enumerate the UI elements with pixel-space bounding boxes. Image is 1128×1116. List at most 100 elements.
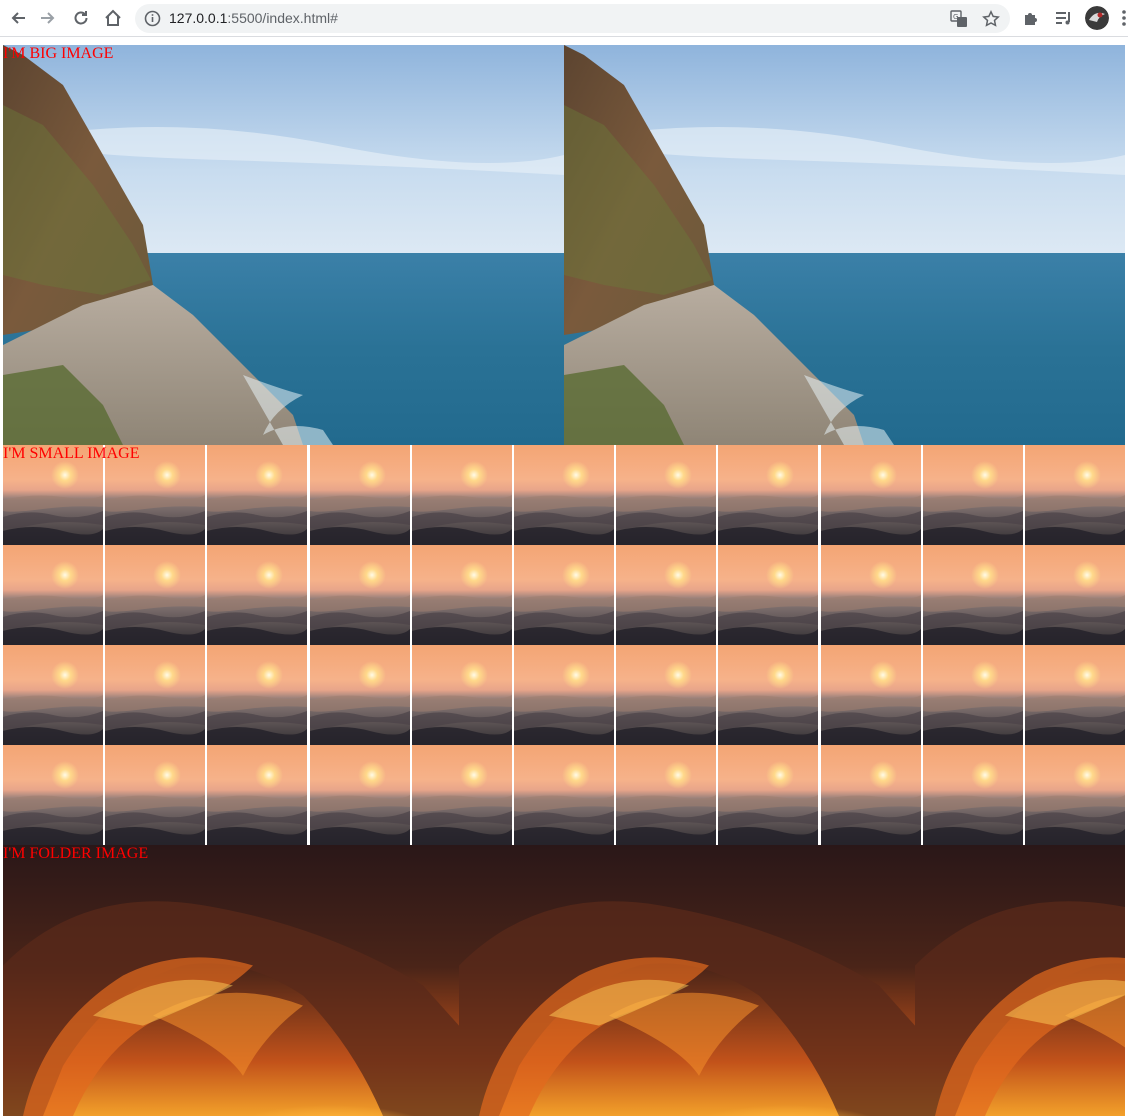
sunset-image: [3, 545, 103, 645]
small-image-tile: [411, 645, 512, 745]
small-image-tile: [514, 745, 614, 845]
sunset-image: [616, 645, 717, 745]
sunset-image: [411, 745, 512, 845]
sunset-image: [922, 445, 1023, 545]
translate-icon[interactable]: G: [950, 10, 968, 28]
folder-image-tile: [915, 845, 1125, 1116]
sunset-image: [411, 445, 512, 545]
small-image-tile: [411, 545, 512, 645]
small-image-tile: [309, 545, 410, 645]
folder-image-tile: [3, 845, 459, 1116]
small-image-tile: [718, 645, 819, 745]
sunset-image: [207, 645, 308, 745]
small-image-tile: [3, 545, 103, 645]
small-image-tile: [105, 745, 206, 845]
small-image-tile: [514, 545, 614, 645]
small-image-tile: [616, 445, 717, 545]
sunset-image: [820, 645, 921, 745]
sunset-image: [411, 645, 512, 745]
small-image-tile: [309, 745, 410, 845]
small-image-tile: [309, 645, 410, 745]
back-button[interactable]: [6, 6, 30, 30]
small-image-tile: [411, 745, 512, 845]
info-icon[interactable]: [144, 10, 161, 27]
small-image-tile: [1025, 745, 1125, 845]
sunset-image: [616, 445, 717, 545]
small-image-tile: [207, 645, 308, 745]
small-image-tile: [718, 545, 819, 645]
sunset-image: [718, 445, 819, 545]
small-image-tile: [820, 445, 921, 545]
fire-wave-image: [459, 845, 915, 1116]
sunset-image: [309, 745, 410, 845]
sunset-image: [1025, 445, 1125, 545]
small-image-tile: [922, 445, 1023, 545]
small-image-tile: [820, 745, 921, 845]
big-image-label: I'M BIG IMAGE: [3, 45, 114, 62]
sunset-image: [616, 745, 717, 845]
sunset-image: [3, 745, 103, 845]
small-image-section: I'M SMALL IMAGE: [3, 445, 1125, 845]
sunset-image: [922, 545, 1023, 645]
address-bar[interactable]: 127.0.0.1:5500/index.html# G: [135, 4, 1010, 33]
folder-image-label: I'M FOLDER IMAGE: [3, 845, 149, 862]
url-text[interactable]: 127.0.0.1:5500/index.html#: [169, 10, 338, 27]
small-image-tile: [922, 545, 1023, 645]
sunset-image: [820, 445, 921, 545]
small-image-tile: [514, 645, 614, 745]
small-image-tile: [514, 445, 614, 545]
kebab-icon[interactable]: [1120, 8, 1128, 28]
small-image-tile: [411, 445, 512, 545]
small-image-tile: [105, 645, 206, 745]
sunset-image: [922, 745, 1023, 845]
sunset-image: [105, 745, 206, 845]
home-button[interactable]: [101, 6, 125, 30]
sunset-image: [1025, 745, 1125, 845]
forward-button[interactable]: [36, 6, 60, 30]
reload-button[interactable]: [69, 6, 93, 30]
fire-wave-image: [915, 845, 1125, 1116]
sunset-image: [514, 445, 614, 545]
sunset-image: [514, 745, 614, 845]
small-image-tile: [3, 745, 103, 845]
puzzle-icon[interactable]: [1022, 8, 1042, 28]
sunset-image: [309, 445, 410, 545]
cliff-image: [564, 45, 1125, 445]
sunset-image: [105, 545, 206, 645]
small-image-label: I'M SMALL IMAGE: [3, 445, 140, 462]
reload-icon: [74, 11, 88, 25]
url-host: 127.0.0.1: [169, 10, 228, 26]
sunset-image: [309, 545, 410, 645]
sunset-image: [207, 445, 308, 545]
small-image-tile: [207, 745, 308, 845]
small-image-tile: [616, 545, 717, 645]
small-image-tile: [3, 645, 103, 745]
fire-wave-image: [3, 845, 459, 1116]
small-image-tile: [820, 545, 921, 645]
small-image-tile: [1025, 545, 1125, 645]
media-queue-icon[interactable]: [1054, 8, 1074, 28]
small-image-tile: [820, 645, 921, 745]
arrow-left-icon: [11, 12, 25, 24]
sunset-image: [514, 545, 614, 645]
url-path: :5500/index.html#: [227, 10, 338, 26]
small-image-tile: [207, 445, 308, 545]
small-image-tile: [105, 545, 206, 645]
browser-toolbar: 127.0.0.1:5500/index.html# G: [0, 0, 1128, 37]
sunset-image: [1025, 645, 1125, 745]
small-image-tile: [718, 745, 819, 845]
small-image-tile: [922, 645, 1023, 745]
avatar[interactable]: [1085, 6, 1109, 30]
arrow-right-icon: [41, 12, 55, 24]
sunset-image: [1025, 545, 1125, 645]
big-image-tile: [564, 45, 1125, 445]
small-image-tile: [616, 645, 717, 745]
small-image-tile: [1025, 445, 1125, 545]
sunset-image: [207, 745, 308, 845]
home-icon: [105, 9, 121, 26]
folder-image-section: I'M FOLDER IMAGE: [3, 845, 1125, 1116]
folder-image-tile: [459, 845, 915, 1116]
small-image-tile: [207, 545, 308, 645]
star-icon[interactable]: [982, 10, 1000, 28]
small-image-tile: [1025, 645, 1125, 745]
